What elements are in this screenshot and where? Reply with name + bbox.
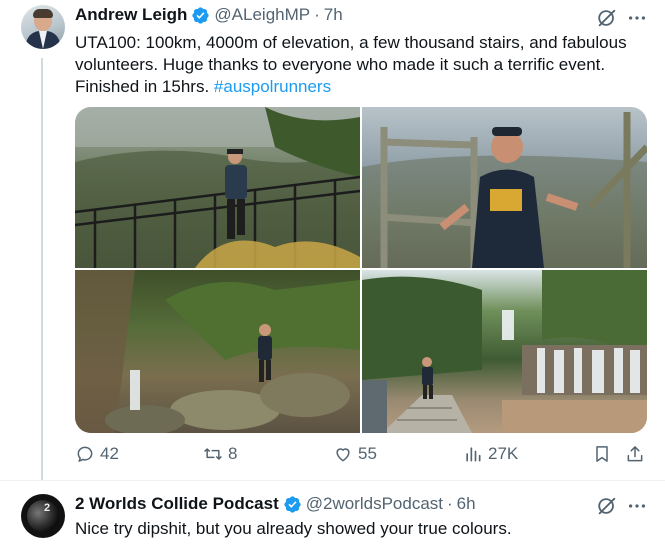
photo-runner-stairs-railing[interactable]	[75, 107, 360, 268]
verified-badge-icon	[192, 6, 210, 24]
retweet-button[interactable]: 8	[203, 444, 237, 464]
tweet-actions: 42 8 55 27K	[75, 444, 647, 468]
share-icon	[627, 446, 643, 462]
more-icon[interactable]	[626, 495, 648, 517]
bookmark-button[interactable]	[592, 444, 617, 464]
bookmark-icon	[596, 446, 608, 462]
reply-icon	[77, 446, 93, 462]
tweet-time[interactable]: 7h	[324, 5, 343, 25]
verified-badge-icon	[284, 495, 301, 513]
tweet-body: UTA100: 100km, 4000m of elevation, a few…	[75, 33, 627, 96]
grok-icon[interactable]	[596, 495, 618, 517]
grok-icon[interactable]	[596, 7, 618, 29]
views-icon	[466, 447, 481, 462]
hashtag-link[interactable]: #auspolrunners	[214, 77, 331, 96]
author-name[interactable]: Andrew Leigh	[75, 5, 187, 25]
photo-runner-smiling-stairs[interactable]	[362, 107, 647, 268]
avatar-logo-text: 2	[44, 502, 51, 514]
avatar-andrew-leigh[interactable]	[21, 5, 65, 49]
author-handle[interactable]: @ALeighMP	[214, 5, 310, 25]
media-grid	[75, 107, 647, 433]
photo-runner-waterfall-pool[interactable]	[362, 270, 647, 433]
reply-button[interactable]: 42	[75, 444, 119, 464]
thread-connector-line	[41, 58, 43, 480]
reply-author-handle[interactable]: @2worldsPodcast	[306, 494, 443, 514]
tweet-divider	[0, 480, 665, 481]
reply-time[interactable]: 6h	[457, 494, 476, 514]
like-count: 55	[358, 444, 377, 463]
avatar-2-worlds-collide[interactable]: 2	[21, 494, 65, 538]
photo-runner-rocky-creek[interactable]	[75, 270, 360, 433]
reply-author-name[interactable]: 2 Worlds Collide Podcast	[75, 494, 279, 514]
tweet-header: Andrew Leigh @ALeighMP · 7h	[75, 5, 343, 25]
reply-count: 42	[100, 444, 119, 463]
reply-header-separator: ·	[447, 494, 453, 513]
tweet-text: UTA100: 100km, 4000m of elevation, a few…	[75, 32, 635, 98]
more-icon[interactable]	[626, 7, 648, 29]
retweet-count: 8	[228, 444, 238, 463]
reply-text: Nice try dipshit, but you already showed…	[75, 519, 512, 538]
like-icon	[336, 448, 350, 462]
share-button[interactable]	[625, 444, 650, 464]
retweet-icon	[204, 448, 222, 460]
header-separator: ·	[314, 5, 320, 24]
reply-header: 2 Worlds Collide Podcast @2worldsPodcast…	[75, 494, 476, 514]
view-count: 27K	[488, 444, 519, 463]
views-button[interactable]: 27K	[463, 444, 518, 464]
like-button[interactable]: 55	[333, 444, 377, 464]
